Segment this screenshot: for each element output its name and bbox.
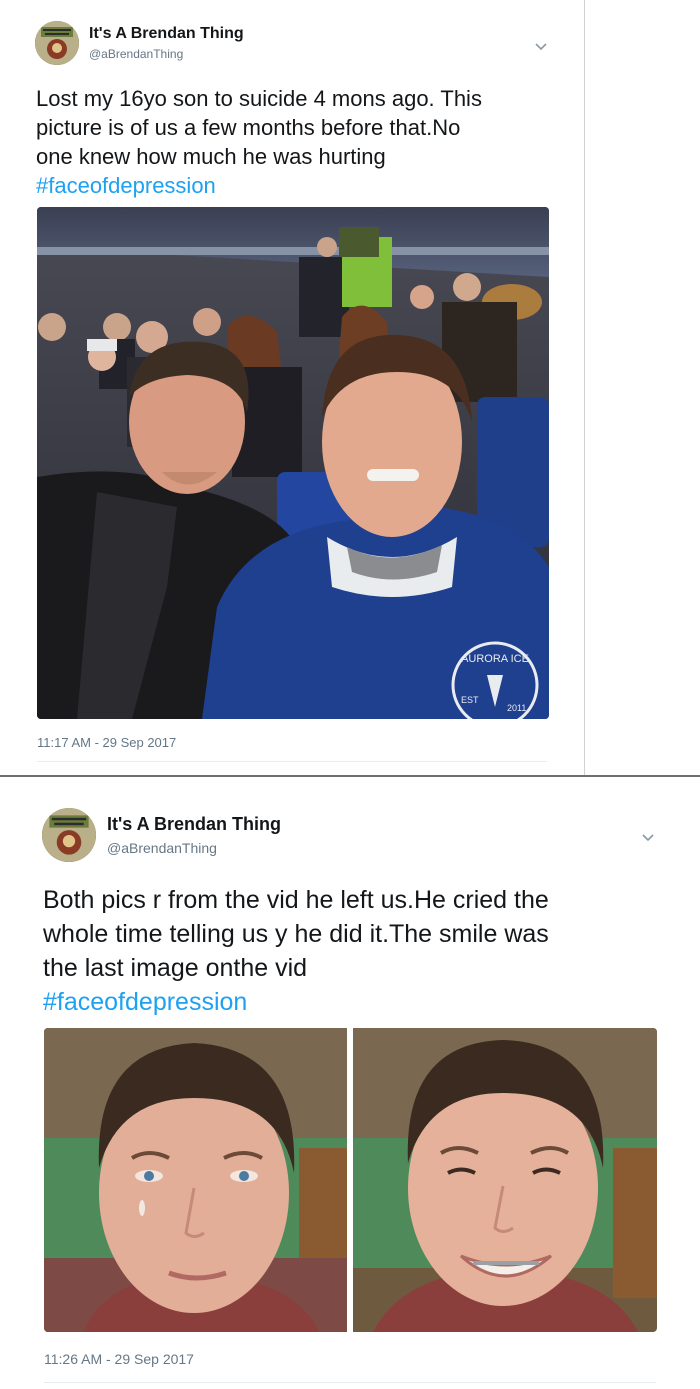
tweet-text-line: one knew how much he was hurting <box>36 144 386 169</box>
hashtag-link[interactable]: #faceofdepression <box>43 985 549 1019</box>
chevron-down-icon[interactable] <box>640 829 656 845</box>
tweet-text-line: the last image onthe vid <box>43 954 308 982</box>
hoodie-logo-year: 2011 <box>507 703 526 713</box>
user-handle[interactable]: @aBrendanThing <box>107 840 217 856</box>
tweet-card-1: It's A Brendan Thing @aBrendanThing Lost… <box>0 0 585 775</box>
tweet-text: Lost my 16yo son to suicide 4 mons ago. … <box>36 84 482 200</box>
hoodie-logo-text: AURORA ICE <box>461 653 529 665</box>
tweet-text: Both pics r from the vid he left us.He c… <box>43 883 549 1019</box>
crying-face-photo[interactable] <box>44 1028 347 1332</box>
tweet-card-2: It's A Brendan Thing @aBrendanThing Both… <box>0 775 700 1389</box>
profile-avatar[interactable] <box>35 21 79 65</box>
tweet-text-line: Lost my 16yo son to suicide 4 mons ago. … <box>36 86 482 111</box>
chevron-down-icon[interactable] <box>533 38 549 54</box>
display-name[interactable]: It's A Brendan Thing <box>89 25 244 43</box>
tweet-text-line: picture is of us a few months before tha… <box>36 115 461 140</box>
hashtag-link[interactable]: #faceofdepression <box>36 171 482 200</box>
profile-avatar[interactable] <box>42 808 96 862</box>
tweet-text-line: whole time telling us y he did it.The sm… <box>43 920 549 948</box>
tweet-timestamp[interactable]: 11:17 AM - 29 Sep 2017 <box>37 735 176 750</box>
divider <box>37 761 547 762</box>
tweet-timestamp[interactable]: 11:26 AM - 29 Sep 2017 <box>44 1351 194 1367</box>
hoodie-logo-est: EST <box>461 695 479 705</box>
display-name[interactable]: It's A Brendan Thing <box>107 814 281 835</box>
tweet-text-line: Both pics r from the vid he left us.He c… <box>43 886 549 914</box>
divider <box>44 1382 656 1383</box>
smiling-face-photo[interactable] <box>353 1028 657 1332</box>
stadium-selfie-photo[interactable]: AURORA ICE EST 2011 <box>37 207 549 719</box>
user-handle[interactable]: @aBrendanThing <box>89 47 183 61</box>
